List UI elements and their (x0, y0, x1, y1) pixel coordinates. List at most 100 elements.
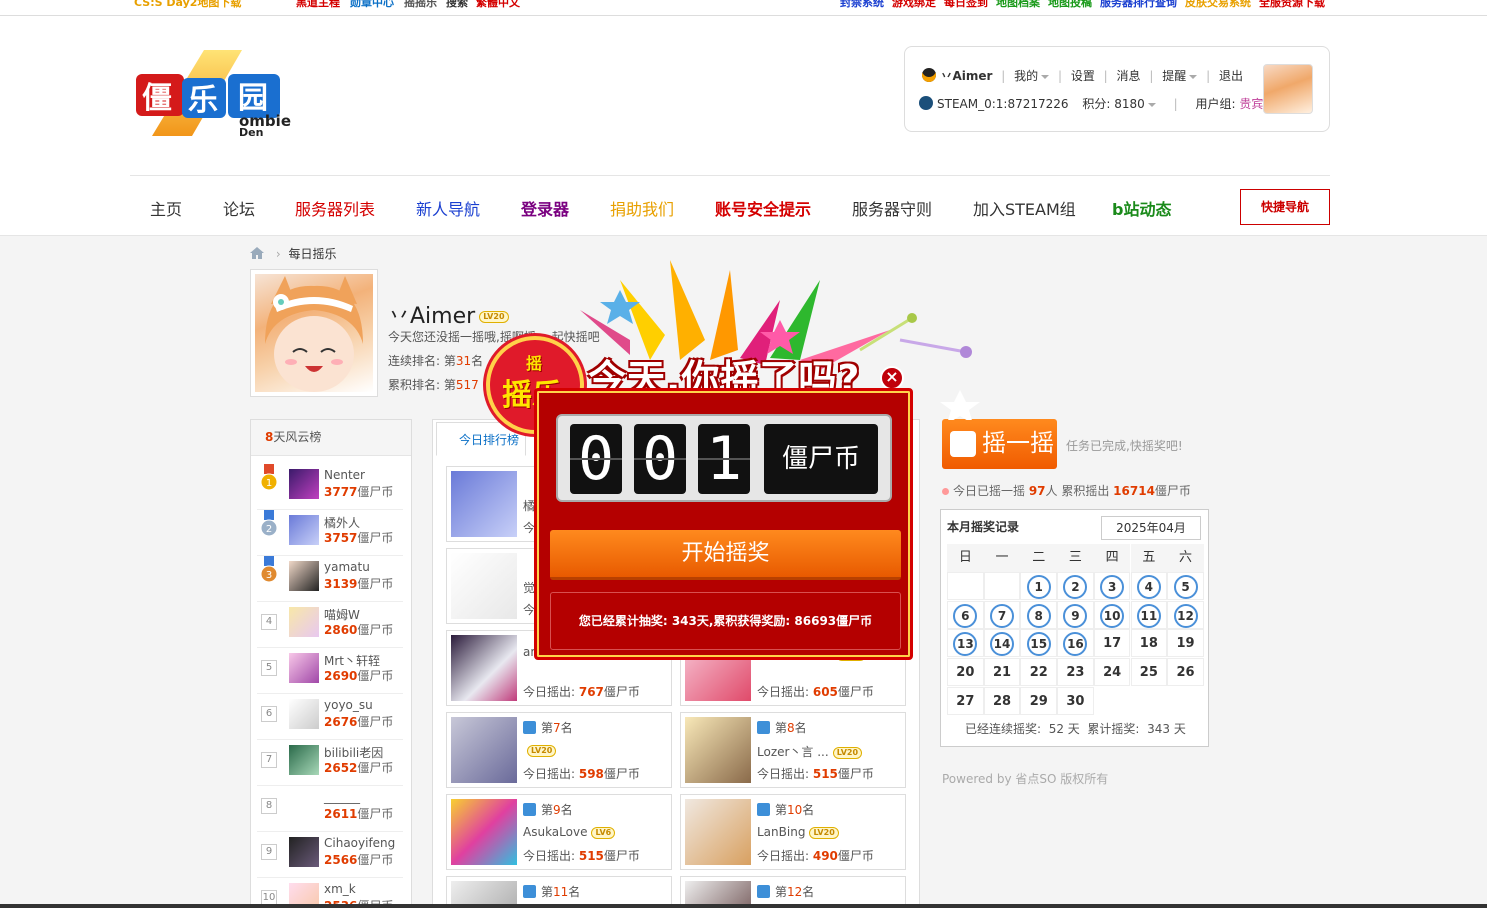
card-avatar[interactable] (685, 717, 751, 783)
top-link-left-0[interactable]: CS:S Day2地图下载 (134, 0, 241, 10)
calendar-day[interactable]: 2 (1057, 572, 1094, 600)
card-username[interactable]: LanBing LV20 (757, 825, 839, 839)
leaderboard-name[interactable]: Cihaoyifeng (324, 836, 395, 850)
user-avatar[interactable] (1263, 64, 1313, 114)
leaderboard-avatar[interactable] (289, 607, 319, 637)
profile-avatar[interactable] (250, 269, 378, 397)
calendar-day[interactable]: 8 (1020, 600, 1058, 629)
leaderboard-name[interactable]: yamatu (324, 560, 370, 574)
calendar-day[interactable]: 28 (983, 686, 1021, 715)
card-avatar[interactable] (685, 799, 751, 865)
calendar-day[interactable]: 15 (1020, 629, 1058, 658)
points-menu[interactable]: 积分: 8180 (1082, 97, 1156, 111)
leaderboard-row[interactable]: 7 bilibili老因 2652僵尸币 (257, 740, 403, 786)
top-link-left-4[interactable]: 搜索 (446, 0, 468, 10)
leaderboard-avatar[interactable] (289, 561, 319, 591)
leaderboard-avatar[interactable] (289, 653, 319, 683)
calendar-day[interactable]: 18 (1130, 629, 1168, 658)
leaderboard-row[interactable]: 6 yoyo_su 2676僵尸币 (257, 694, 403, 740)
top-link-right-5[interactable]: 服务器排行查询 (1100, 0, 1177, 10)
card-avatar[interactable] (451, 799, 517, 865)
leaderboard-row[interactable]: 3 yamatu 3139僵尸币 (257, 556, 403, 602)
calendar-day[interactable]: 12 (1167, 600, 1204, 629)
nav-item-8[interactable]: 加入STEAM组 (973, 196, 1076, 220)
calendar-day[interactable]: 17 (1093, 629, 1131, 658)
today-rank-card[interactable]: 第7名 LV20 今日摇出: 598僵尸币 (446, 712, 672, 788)
calendar-day[interactable]: 1 (1020, 572, 1058, 600)
card-username[interactable]: LV20 (523, 743, 557, 757)
calendar-day[interactable]: 9 (1057, 600, 1094, 629)
calendar-day[interactable]: 27 (947, 686, 984, 715)
top-link-right-0[interactable]: 封禁系统 (840, 0, 884, 10)
nav-item-3[interactable]: 新人导航 (416, 196, 480, 220)
card-username[interactable]: AsukaLove LV6 (523, 825, 616, 839)
home-icon[interactable] (250, 247, 264, 259)
site-logo[interactable]: 僵 乐 园 ombie Den (132, 46, 292, 141)
leaderboard-row[interactable]: 2 橘外人 3757僵尸币 (257, 510, 403, 556)
calendar-day[interactable]: 19 (1167, 629, 1204, 658)
leaderboard-row[interactable]: 5 Mrt丶轩轾 2690僵尸币 (257, 648, 403, 694)
calendar-day[interactable]: 21 (983, 658, 1021, 687)
top-link-left-2[interactable]: 勋章中心 (350, 0, 394, 10)
nav-item-2[interactable]: 服务器列表 (295, 196, 375, 220)
nav-item-5[interactable]: 捐助我们 (610, 196, 674, 220)
leaderboard-avatar[interactable] (289, 791, 319, 821)
card-avatar[interactable] (451, 717, 517, 783)
leaderboard-avatar[interactable] (289, 837, 319, 867)
start-lottery-button[interactable]: 开始摇奖 (550, 530, 901, 580)
menu-alerts[interactable]: 提醒 (1162, 69, 1198, 83)
leaderboard-avatar[interactable] (289, 469, 319, 499)
calendar-day[interactable]: 26 (1167, 658, 1204, 687)
calendar-day[interactable]: 22 (1020, 658, 1058, 687)
calendar-day[interactable]: 3 (1093, 572, 1131, 600)
calendar-day[interactable]: 4 (1130, 572, 1168, 600)
menu-my[interactable]: 我的 (1014, 69, 1050, 83)
calendar-day[interactable]: 20 (947, 658, 984, 687)
close-icon[interactable]: × (880, 366, 904, 390)
menu-logout[interactable]: 退出 (1219, 69, 1243, 83)
nav-item-7[interactable]: 服务器守则 (852, 196, 932, 220)
nav-item-1[interactable]: 论坛 (223, 196, 255, 220)
top-link-right-4[interactable]: 地图投稿 (1048, 0, 1092, 10)
top-link-left-1[interactable]: 黑道主程 (296, 0, 340, 10)
today-rank-card[interactable]: 第9名 AsukaLove LV6 今日摇出: 515僵尸币 (446, 794, 672, 870)
quick-nav-button[interactable]: 快捷导航 (1240, 189, 1330, 225)
menu-messages[interactable]: 消息 (1117, 69, 1141, 83)
nav-item-9[interactable]: b站动态 (1112, 196, 1171, 220)
leaderboard-name[interactable]: yoyo_su (324, 698, 373, 712)
leaderboard-row[interactable]: 9 Cihaoyifeng 2566僵尸币 (257, 832, 403, 878)
nav-item-0[interactable]: 主页 (150, 196, 182, 220)
leaderboard-avatar[interactable] (289, 699, 319, 729)
username-link[interactable]: 丷Aimer (940, 69, 992, 83)
leaderboard-name[interactable]: ______ (324, 790, 360, 804)
today-rank-card[interactable]: 第10名 LanBing LV20 今日摇出: 490僵尸币 (680, 794, 906, 870)
top-link-right-7[interactable]: 全服资源下载 (1259, 0, 1325, 10)
leaderboard-avatar[interactable] (289, 745, 319, 775)
nav-item-6[interactable]: 账号安全提示 (715, 196, 811, 220)
top-link-left-3[interactable]: 摇摇乐 (404, 0, 437, 10)
leaderboard-row[interactable]: 8 ______ 2611僵尸币 (257, 786, 403, 832)
breadcrumb-current[interactable]: 每日摇乐 (288, 247, 336, 261)
top-link-right-2[interactable]: 每日签到 (944, 0, 988, 10)
card-username[interactable]: Lozer丶言 ... LV20 (757, 743, 863, 760)
calendar-day[interactable]: 30 (1057, 686, 1094, 715)
calendar-day[interactable]: 5 (1167, 572, 1204, 600)
leaderboard-name[interactable]: xm_k (324, 882, 356, 896)
menu-settings[interactable]: 设置 (1071, 69, 1095, 83)
top-link-left-5[interactable]: 繁體中文 (476, 0, 520, 10)
calendar-day[interactable]: 10 (1093, 600, 1131, 629)
top-link-right-6[interactable]: 皮肤交易系统 (1185, 0, 1251, 10)
leaderboard-avatar[interactable] (289, 515, 319, 545)
calendar-day[interactable]: 24 (1093, 658, 1131, 687)
calendar-day[interactable]: 29 (1020, 686, 1058, 715)
calendar-day[interactable]: 11 (1130, 600, 1168, 629)
calendar-day[interactable]: 25 (1130, 658, 1168, 687)
leaderboard-row[interactable]: 1 Nenter 3777僵尸币 (257, 464, 403, 510)
leaderboard-name[interactable]: Nenter (324, 468, 365, 482)
top-link-right-3[interactable]: 地图档案 (996, 0, 1040, 10)
calendar-day[interactable]: 23 (1057, 658, 1094, 687)
leaderboard-row[interactable]: 4 喵姆W 2860僵尸币 (257, 602, 403, 648)
today-rank-card[interactable]: 第8名 Lozer丶言 ... LV20 今日摇出: 515僵尸币 (680, 712, 906, 788)
top-link-right-1[interactable]: 游戏绑定 (892, 0, 936, 10)
calendar-month[interactable]: 2025年04月 (1101, 516, 1201, 540)
